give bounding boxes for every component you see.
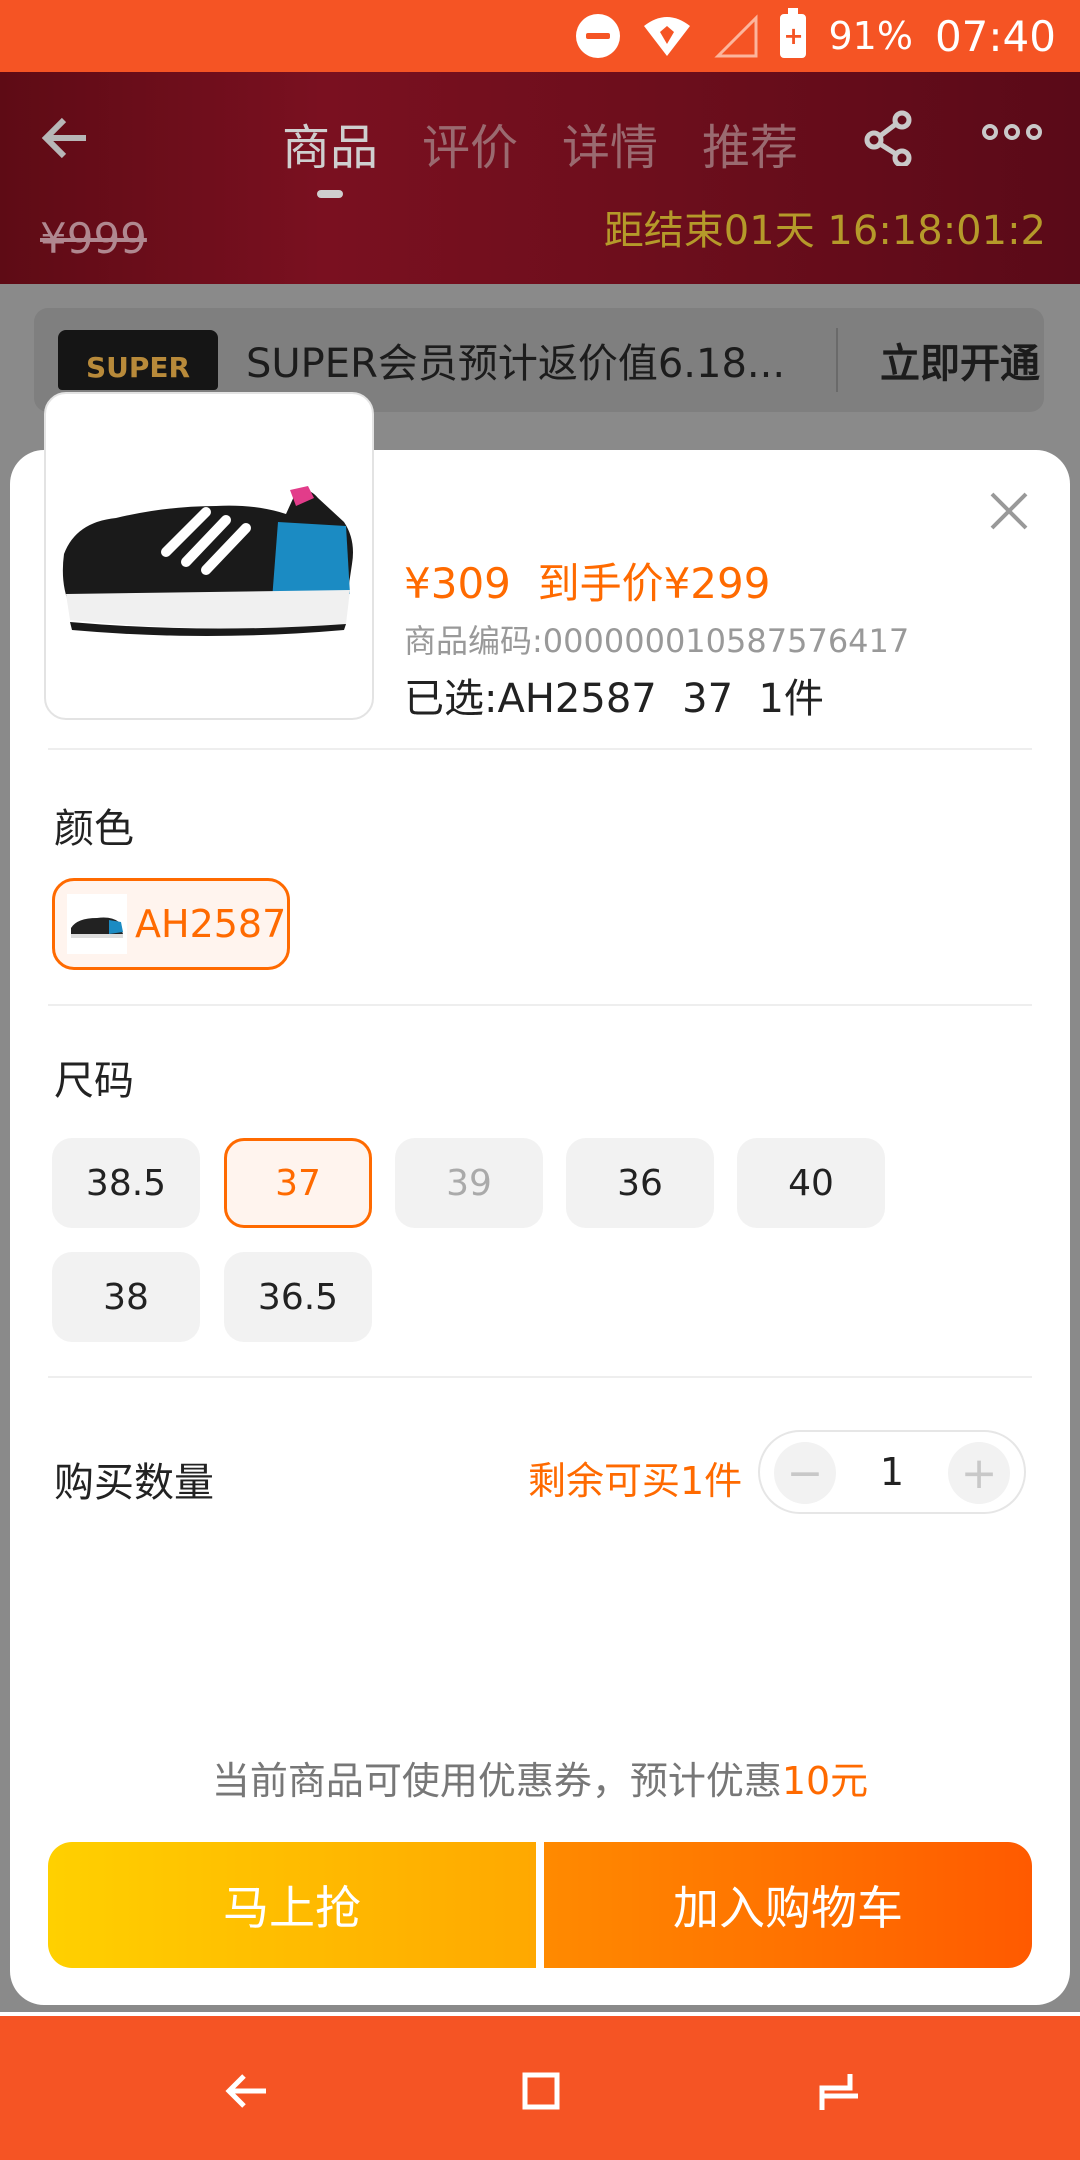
tab-product[interactable]: 商品	[282, 108, 378, 198]
nav-home-icon[interactable]	[506, 2056, 576, 2126]
original-price: ¥999	[40, 214, 147, 263]
color-title: 颜色	[54, 806, 134, 852]
size-option[interactable]: 36.5	[224, 1252, 372, 1342]
open-membership-button[interactable]: 立即开通	[880, 331, 1040, 389]
coupon-amount: 10元	[781, 1759, 869, 1803]
system-nav-bar	[0, 2016, 1080, 2160]
size-option[interactable]: 36	[566, 1138, 714, 1228]
nav-back-icon[interactable]	[212, 2056, 282, 2126]
color-option-ah2587[interactable]: AH2587	[52, 878, 290, 970]
buy-now-button[interactable]: 马上抢	[48, 1842, 536, 1968]
back-arrow-icon[interactable]	[36, 108, 96, 168]
clock: 07:40	[934, 11, 1056, 61]
shoe-thumbnail	[67, 894, 127, 954]
size-option-disabled[interactable]: 39	[395, 1138, 543, 1228]
do-not-disturb-icon	[576, 14, 621, 58]
divider	[48, 748, 1032, 750]
divider	[48, 1376, 1032, 1378]
size-option[interactable]: 38	[52, 1252, 200, 1342]
more-icon[interactable]	[982, 116, 1042, 156]
super-member-text: SUPER会员预计返价值6.18...	[246, 341, 786, 387]
countdown-timer: 距结束01天 16:18:01:2	[603, 208, 1046, 254]
share-icon[interactable]	[862, 110, 918, 168]
size-title: 尺码	[54, 1058, 134, 1104]
status-bar: 91% 07:40	[0, 0, 1080, 72]
size-option-selected[interactable]: 37	[224, 1138, 372, 1228]
increase-button[interactable]: +	[948, 1442, 1010, 1504]
promo-banner: 商品 评价 详情 推荐 ¥999 距结束01天 16:18:01:2	[0, 72, 1080, 284]
product-image	[44, 392, 374, 720]
divider	[48, 1004, 1032, 1006]
add-to-cart-button[interactable]: 加入购物车	[544, 1842, 1032, 1968]
selected-summary: 已选:AH2587 37 1件	[404, 676, 824, 722]
size-option[interactable]: 38.5	[52, 1138, 200, 1228]
battery-percent: 91%	[828, 14, 913, 58]
remaining-limit: 剩余可买1件	[528, 1459, 743, 1503]
coupon-text: 当前商品可使用优惠券，预计优惠	[211, 1759, 782, 1803]
cell-signal-icon	[714, 14, 758, 58]
coupon-note: 当前商品可使用优惠券，预计优惠10元	[0, 1750, 1080, 1805]
tab-reviews[interactable]: 评价	[422, 108, 518, 178]
quantity-stepper: − 1 +	[758, 1430, 1026, 1514]
color-option-label: AH2587	[135, 902, 287, 946]
wifi-icon	[642, 14, 692, 58]
size-option[interactable]: 40	[737, 1138, 885, 1228]
super-logo: SUPER	[58, 330, 218, 390]
top-tabs: 商品 评价 详情 推荐	[282, 108, 798, 198]
tab-recommend[interactable]: 推荐	[702, 108, 798, 178]
nav-recents-icon[interactable]	[804, 2056, 874, 2126]
tab-details[interactable]: 详情	[562, 108, 658, 178]
divider	[836, 328, 838, 392]
battery-icon	[780, 8, 807, 58]
quantity-label: 购买数量	[54, 1460, 214, 1506]
close-icon[interactable]	[986, 488, 1032, 534]
product-code: 商品编码:000000010587576417	[404, 622, 910, 660]
price-line: ¥309 到手价¥299	[404, 559, 771, 608]
